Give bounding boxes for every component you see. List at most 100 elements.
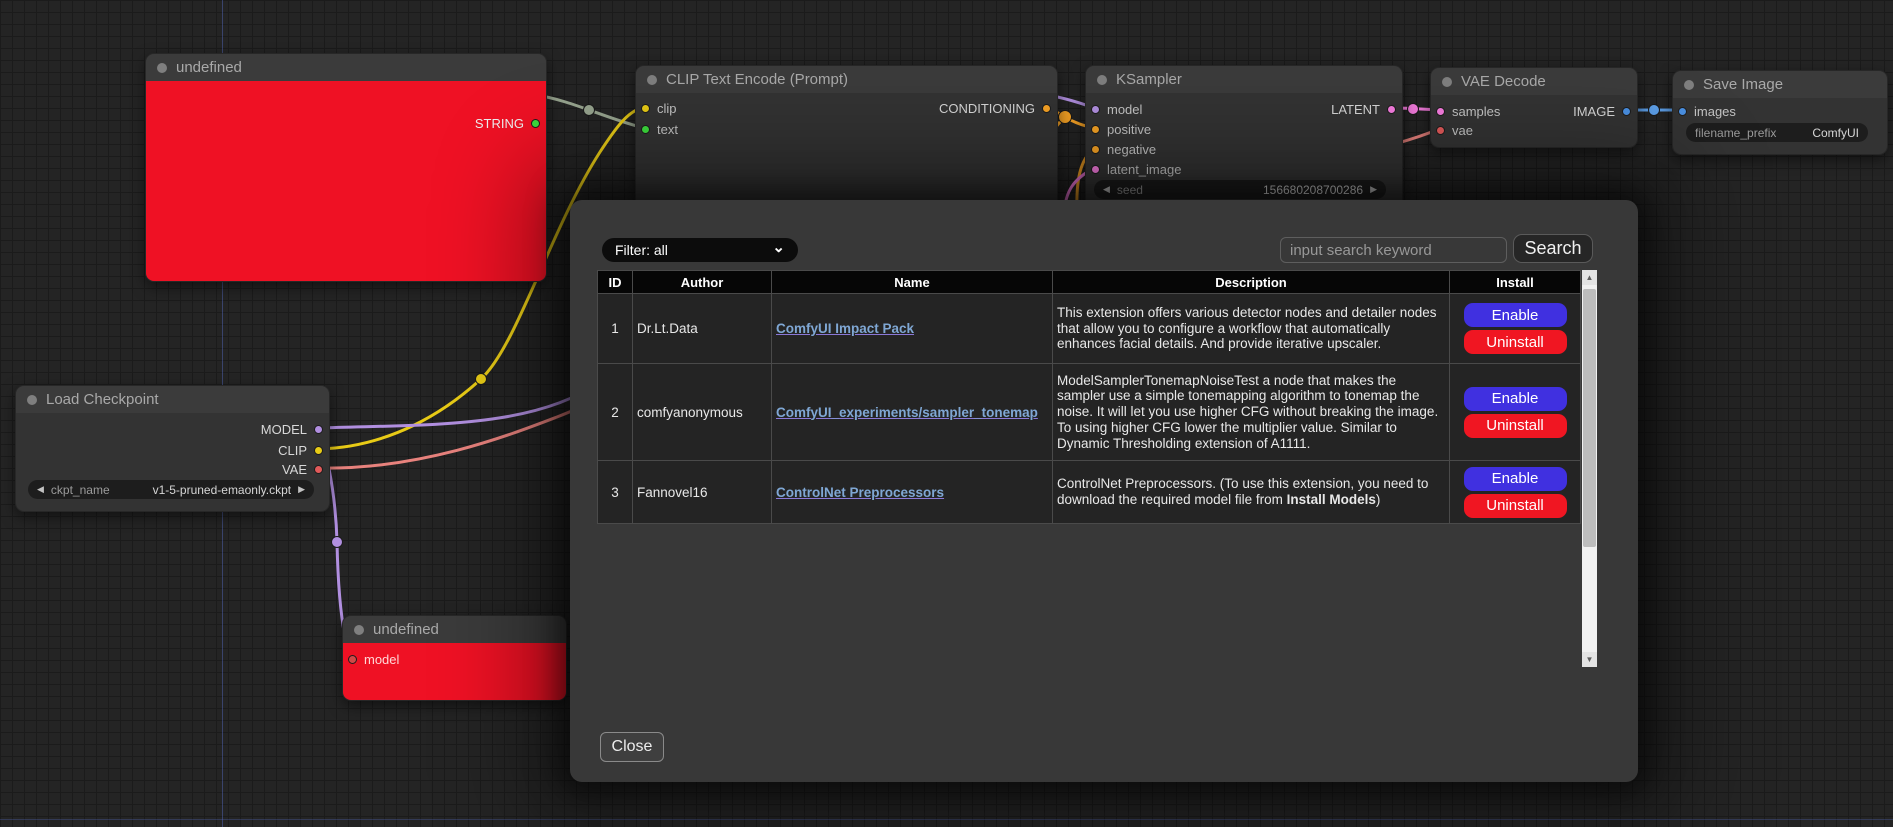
output-port-vae[interactable]: VAE	[282, 462, 323, 476]
extension-id: 3	[598, 461, 633, 524]
extension-name-link[interactable]: ControlNet Preprocessors	[776, 485, 944, 500]
output-port-latent[interactable]: LATENT	[1331, 102, 1396, 116]
uninstall-button[interactable]: Uninstall	[1464, 414, 1567, 438]
enable-button[interactable]: Enable	[1464, 387, 1567, 411]
node-graph-canvas[interactable]: undefined STRING CLIP Text Encode (Promp…	[0, 0, 1893, 827]
node-body: samples vae IMAGE	[1431, 95, 1637, 147]
input-port-samples[interactable]: samples	[1436, 104, 1500, 118]
node-body: MODEL CLIP VAE ◀ ckpt_name v1-5-pruned-e…	[16, 413, 329, 511]
collapse-dot-icon[interactable]	[1684, 80, 1694, 90]
extensions-table-body: 1Dr.Lt.DataComfyUI Impact PackThis exten…	[598, 294, 1581, 524]
positive-input-dot[interactable]	[1091, 125, 1100, 134]
extension-name-link[interactable]: ComfyUI_experiments/sampler_tonemap	[776, 405, 1038, 420]
input-port-text[interactable]: text	[641, 122, 678, 136]
ckpt-prev-icon[interactable]: ◀	[37, 485, 44, 494]
node-title: CLIP Text Encode (Prompt)	[666, 71, 848, 88]
samples-input-dot[interactable]	[1436, 107, 1445, 116]
collapse-dot-icon[interactable]	[157, 63, 167, 73]
node-load-checkpoint[interactable]: Load Checkpoint MODEL CLIP VAE ◀ ckpt_na…	[15, 385, 330, 512]
node-title-bar[interactable]: Save Image	[1673, 71, 1887, 98]
scroll-up-icon[interactable]: ▲	[1582, 270, 1597, 285]
node-title-bar[interactable]: CLIP Text Encode (Prompt)	[636, 66, 1057, 93]
output-port-clip[interactable]: CLIP	[278, 443, 323, 457]
node-title: Save Image	[1703, 76, 1783, 93]
images-input-dot[interactable]	[1678, 107, 1687, 116]
extension-name-link[interactable]: ComfyUI Impact Pack	[776, 321, 914, 336]
collapse-dot-icon[interactable]	[1442, 77, 1452, 87]
table-header-row: ID Author Name Description Install	[598, 271, 1581, 294]
model-input-dot[interactable]	[1091, 105, 1100, 114]
latent-image-input-dot[interactable]	[1091, 165, 1100, 174]
latent-output-dot[interactable]	[1387, 105, 1396, 114]
vae-output-dot[interactable]	[314, 465, 323, 474]
extension-description: ControlNet Preprocessors. (To use this e…	[1053, 461, 1450, 524]
collapse-dot-icon[interactable]	[647, 75, 657, 85]
extension-install-cell: Enable Uninstall	[1450, 364, 1581, 461]
output-port-model[interactable]: MODEL	[261, 422, 323, 436]
conditioning-output-dot[interactable]	[1042, 104, 1051, 113]
node-title-bar[interactable]: undefined	[146, 54, 546, 81]
vae-input-dot[interactable]	[1436, 126, 1445, 135]
extension-row: 3Fannovel16ControlNet PreprocessorsContr…	[598, 461, 1581, 524]
scrollbar-track[interactable]: ▲ ▼	[1582, 270, 1597, 667]
node-title-bar[interactable]: undefined	[343, 616, 566, 643]
wire-dot-latent	[1408, 104, 1419, 115]
input-port-positive[interactable]: positive	[1091, 122, 1151, 136]
image-output-dot[interactable]	[1622, 107, 1631, 116]
input-port-clip[interactable]: clip	[641, 101, 677, 115]
node-title-bar[interactable]: KSampler	[1086, 66, 1402, 93]
uninstall-button[interactable]: Uninstall	[1464, 494, 1567, 518]
node-ksampler[interactable]: KSampler model positive negative latent_…	[1085, 65, 1403, 210]
node-save-image[interactable]: Save Image images filename_prefix ComfyU…	[1672, 70, 1888, 155]
scroll-down-icon[interactable]: ▼	[1582, 652, 1597, 667]
seed-widget[interactable]: ◀ seed 156680208700286 ▶	[1094, 180, 1386, 199]
header-author: Author	[633, 271, 772, 294]
filter-select[interactable]: Filter: all ⌄	[602, 238, 798, 262]
output-port-string[interactable]: STRING	[475, 116, 540, 130]
input-port-model[interactable]: model	[348, 652, 399, 666]
input-port-model[interactable]: model	[1091, 102, 1142, 116]
extension-description: This extension offers various detector n…	[1053, 294, 1450, 364]
node-undefined-top[interactable]: undefined STRING	[145, 53, 547, 282]
output-port-image[interactable]: IMAGE	[1573, 104, 1631, 118]
extension-name-cell: ComfyUI Impact Pack	[772, 294, 1053, 364]
string-output-dot[interactable]	[531, 119, 540, 128]
scrollbar-thumb[interactable]	[1583, 289, 1596, 547]
collapse-dot-icon[interactable]	[27, 395, 37, 405]
output-port-conditioning[interactable]: CONDITIONING	[939, 101, 1051, 115]
wire-dot-image	[1649, 105, 1660, 116]
model-output-dot[interactable]	[314, 425, 323, 434]
node-title-bar[interactable]: VAE Decode	[1431, 68, 1637, 95]
collapse-dot-icon[interactable]	[354, 625, 364, 635]
node-title: KSampler	[1116, 71, 1182, 88]
filename-prefix-widget[interactable]: filename_prefix ComfyUI	[1686, 123, 1868, 142]
search-button[interactable]: Search	[1513, 234, 1593, 263]
clip-input-dot[interactable]	[641, 104, 650, 113]
input-port-negative[interactable]: negative	[1091, 142, 1156, 156]
uninstall-button[interactable]: Uninstall	[1464, 330, 1567, 354]
ckpt-next-icon[interactable]: ▶	[298, 485, 305, 494]
seed-decrement-icon[interactable]: ◀	[1103, 185, 1110, 194]
search-input[interactable]	[1280, 237, 1507, 263]
close-button[interactable]: Close	[600, 732, 664, 762]
node-vae-decode[interactable]: VAE Decode samples vae IMAGE	[1430, 67, 1638, 148]
extension-name-cell: ControlNet Preprocessors	[772, 461, 1053, 524]
node-undefined-bottom[interactable]: undefined model	[342, 615, 567, 701]
node-body-error: STRING	[146, 81, 546, 281]
node-title-bar[interactable]: Load Checkpoint	[16, 386, 329, 413]
enable-button[interactable]: Enable	[1464, 303, 1567, 327]
enable-button[interactable]: Enable	[1464, 467, 1567, 491]
input-port-vae[interactable]: vae	[1436, 123, 1473, 137]
negative-input-dot[interactable]	[1091, 145, 1100, 154]
node-title: VAE Decode	[1461, 73, 1546, 90]
text-input-dot[interactable]	[641, 125, 650, 134]
model-input-dot[interactable]	[348, 655, 357, 664]
input-port-latent-image[interactable]: latent_image	[1091, 162, 1181, 176]
collapse-dot-icon[interactable]	[1097, 75, 1107, 85]
seed-increment-icon[interactable]: ▶	[1370, 185, 1377, 194]
ckpt-name-widget[interactable]: ◀ ckpt_name v1-5-pruned-emaonly.ckpt ▶	[28, 480, 314, 499]
clip-output-dot[interactable]	[314, 446, 323, 455]
header-name: Name	[772, 271, 1053, 294]
node-clip-text-encode[interactable]: CLIP Text Encode (Prompt) clip text COND…	[635, 65, 1058, 213]
input-port-images[interactable]: images	[1678, 104, 1736, 118]
